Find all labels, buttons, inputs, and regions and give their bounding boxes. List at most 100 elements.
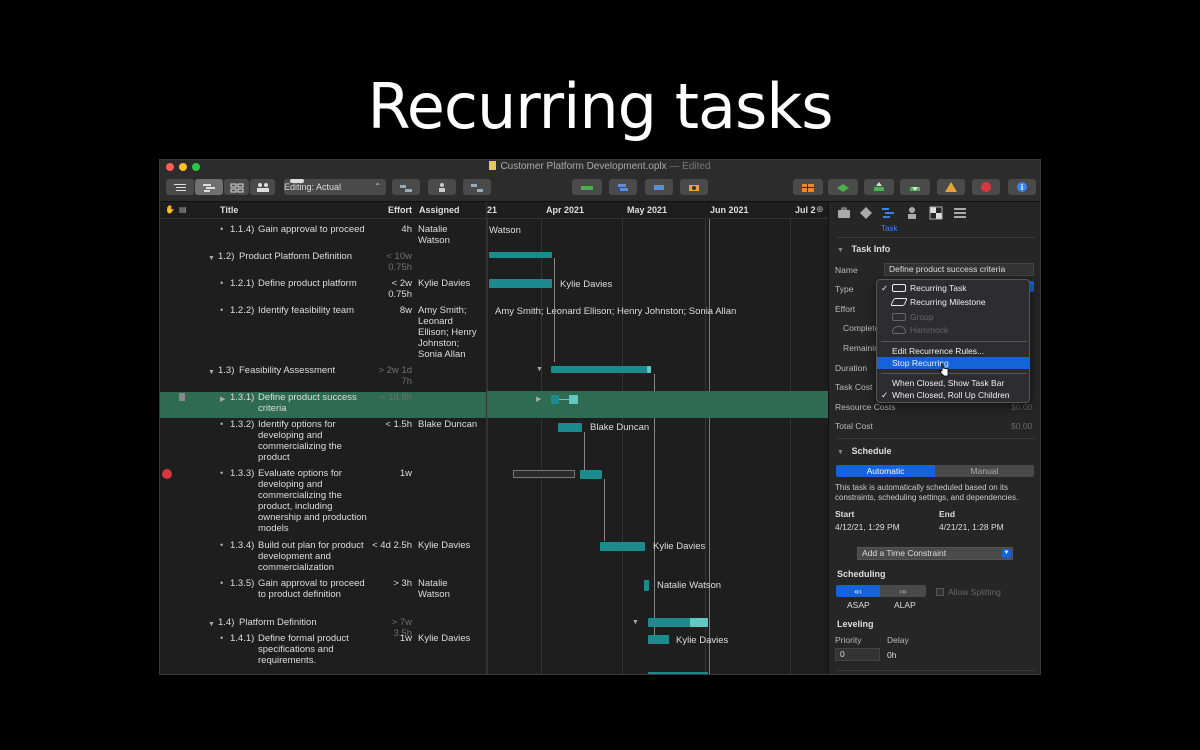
task-bar[interactable] xyxy=(580,470,602,479)
table-button[interactable] xyxy=(793,179,823,195)
task-effort[interactable]: 1w xyxy=(372,633,412,644)
task-bar[interactable] xyxy=(648,635,669,644)
zoom-icon[interactable]: ⊕ xyxy=(816,204,824,215)
task-effort[interactable]: 8w xyxy=(372,305,412,316)
task-title[interactable]: Define product platform xyxy=(258,278,373,289)
network-view-button[interactable] xyxy=(224,179,249,195)
menu-item-stop-recurring[interactable]: Stop Recurring xyxy=(877,357,1029,369)
task-title[interactable]: Define formal product specifications and… xyxy=(258,633,373,666)
stop-icon[interactable] xyxy=(972,179,1000,195)
outline-row[interactable]: • 1.3.2) Identify options for developing a… xyxy=(160,419,486,467)
disclosure-triangle-icon[interactable]: ▼ xyxy=(208,619,215,630)
menu-item-recurring-milestone[interactable]: Recurring Milestone xyxy=(877,296,1029,308)
effort-column-header[interactable]: Effort xyxy=(388,205,412,215)
outline-row[interactable]: ▶ 1.3.1) Define product success criteria < … xyxy=(160,392,486,418)
level-button[interactable] xyxy=(572,179,602,195)
close-button[interactable] xyxy=(166,163,174,171)
resource-view-button[interactable] xyxy=(250,179,275,195)
end-value[interactable]: 4/21/21, 1:28 PM xyxy=(939,522,1004,532)
add-time-constraint-select[interactable]: Add a Time Constraint ▼ xyxy=(857,547,1013,560)
note-icon[interactable] xyxy=(179,393,185,401)
task-effort[interactable]: < 10w 0.75h xyxy=(372,251,412,273)
task-title[interactable]: Gain approval to proceed xyxy=(258,224,373,235)
task-bar[interactable] xyxy=(648,672,708,674)
task-effort[interactable]: < 4d 2.5h xyxy=(372,540,412,551)
assigned-column-header[interactable]: Assigned xyxy=(419,205,460,215)
baseline-button[interactable] xyxy=(828,179,858,195)
add-resource-button[interactable] xyxy=(428,179,456,195)
task-assigned[interactable]: Amy Smith; Leonard Ellison; Henry Johnst… xyxy=(418,305,480,360)
recurring-instance-bar[interactable] xyxy=(569,395,578,404)
outline-row[interactable]: • 1.4.1) Define formal product specificati… xyxy=(160,633,486,670)
link-tasks-button[interactable] xyxy=(463,179,491,195)
table-view-icon[interactable] xyxy=(953,206,967,220)
editing-mode-select[interactable]: Editing: Actual ⌃ xyxy=(284,179,386,195)
menu-item-group[interactable]: Group xyxy=(877,311,1029,323)
flag-icon[interactable] xyxy=(162,469,172,479)
task-bar[interactable] xyxy=(558,423,582,432)
task-title[interactable]: Platform Definition xyxy=(239,617,379,628)
outline-view-button[interactable] xyxy=(166,179,194,195)
task-title[interactable]: Identify feasibility team xyxy=(258,305,373,316)
menu-item-roll-up-children[interactable]: ✓ When Closed, Roll Up Children xyxy=(877,389,1029,401)
task-assigned[interactable]: Kylie Davies xyxy=(418,633,480,644)
task-tab-icon[interactable] xyxy=(881,206,895,220)
task-bar[interactable] xyxy=(551,395,559,404)
task-title[interactable]: Product Platform Definition xyxy=(239,251,379,262)
minimize-button[interactable] xyxy=(179,163,187,171)
disclosure-triangle-icon[interactable]: ▶ xyxy=(220,394,225,405)
disclosure-triangle-icon[interactable]: ▼ xyxy=(208,253,215,264)
task-title[interactable]: Evaluate options for developing and comm… xyxy=(258,468,373,534)
disclosure-triangle-icon[interactable]: ▼ xyxy=(536,366,543,373)
allow-splitting-checkbox[interactable] xyxy=(936,588,944,596)
outline-row[interactable]: • 1.3.4) Build out plan for product develo… xyxy=(160,540,486,577)
task-title[interactable]: Feasibility Assessment xyxy=(239,365,379,376)
title-column-header[interactable]: Title xyxy=(220,205,238,215)
schedule-section[interactable]: ▼ Schedule xyxy=(837,446,891,456)
start-value[interactable]: 4/12/21, 1:29 PM xyxy=(835,522,900,532)
menu-item-edit-recurrence-rules[interactable]: Edit Recurrence Rules... xyxy=(877,345,1029,357)
outline-row[interactable]: • 1.3.5) Gain approval to proceed to produ… xyxy=(160,578,486,615)
task-assigned[interactable]: Kylie Davies xyxy=(418,540,480,551)
import-button[interactable] xyxy=(900,179,930,195)
task-effort[interactable]: < 2w 0.75h xyxy=(372,278,412,300)
task-effort[interactable]: > 2w 1d 7h xyxy=(372,365,412,387)
task-title[interactable]: Define product success criteria xyxy=(258,392,373,414)
zoom-button[interactable] xyxy=(192,163,200,171)
alap-button[interactable]: ›» xyxy=(880,585,926,597)
task-info-section[interactable]: ▼ Task Info xyxy=(837,244,890,254)
outline-row[interactable]: ▼ 1.4) Platform Definition > 7w 3.5h xyxy=(160,617,486,639)
style-icon[interactable] xyxy=(929,206,943,220)
violations-icon[interactable] xyxy=(937,179,965,195)
group-bar[interactable] xyxy=(489,252,552,258)
disclosure-triangle-icon[interactable]: ▶ xyxy=(536,395,541,403)
manual-button[interactable]: Manual xyxy=(935,465,1034,477)
indent-button[interactable] xyxy=(392,179,420,195)
task-title[interactable]: Build out plan for product development a… xyxy=(258,540,373,573)
task-title[interactable]: Gain approval to proceed to product defi… xyxy=(258,578,373,600)
track-button[interactable] xyxy=(609,179,637,195)
asap-button[interactable]: «‹ xyxy=(836,585,880,597)
outline-row[interactable]: • 1.2.1) Define product platform < 2w 0.75h… xyxy=(160,278,486,304)
task-effort[interactable]: < 1.5h xyxy=(372,419,412,430)
outline-row[interactable]: • 1.3.3) Evaluate options for developing a… xyxy=(160,468,486,538)
task-assigned[interactable]: Kylie Davies xyxy=(418,278,480,289)
menu-item-hammock[interactable]: Hammock xyxy=(877,324,1029,336)
name-field[interactable]: Define product success criteria xyxy=(884,263,1034,276)
task-assigned[interactable]: Natalie Watson xyxy=(418,578,480,600)
priority-field[interactable]: 0 xyxy=(835,648,880,661)
menu-item-recurring-task[interactable]: ✓ Recurring Task xyxy=(877,282,1029,294)
snapshot-button[interactable] xyxy=(680,179,708,195)
task-effort[interactable]: < 1d 8h xyxy=(372,392,412,403)
person-icon[interactable] xyxy=(905,206,919,220)
task-bar[interactable] xyxy=(600,542,645,551)
briefcase-icon[interactable] xyxy=(837,206,851,220)
reschedule-button[interactable] xyxy=(645,179,673,195)
outline-row[interactable]: ▼ 1.3) Feasibility Assessment > 2w 1d 7h xyxy=(160,365,486,391)
delay-value[interactable]: 0h xyxy=(887,650,896,660)
info-icon[interactable] xyxy=(1008,179,1036,195)
milestone-bar[interactable] xyxy=(644,580,649,591)
task-effort[interactable]: > 3h xyxy=(372,578,412,589)
task-title[interactable]: Identify options for developing and comm… xyxy=(258,419,373,463)
task-effort[interactable]: 4h xyxy=(372,224,412,235)
